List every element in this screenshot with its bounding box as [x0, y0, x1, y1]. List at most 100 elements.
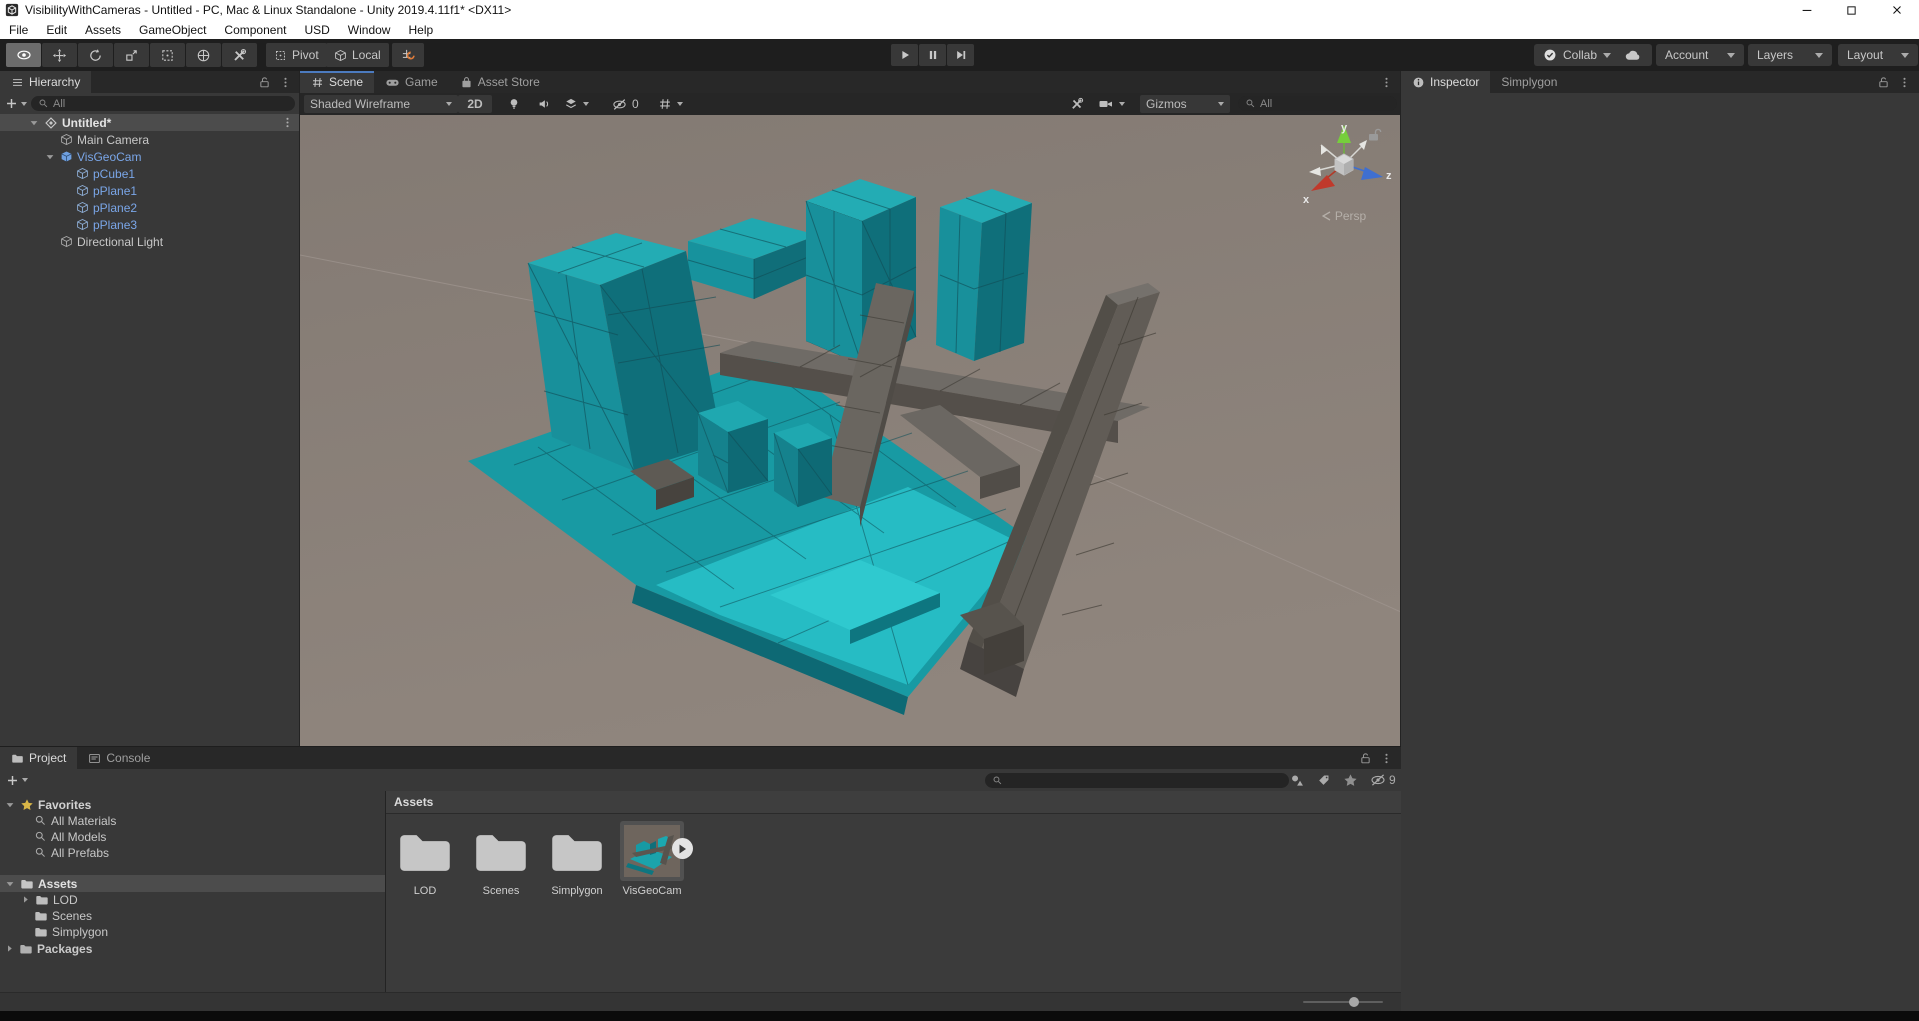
hierarchy-search-input[interactable]	[53, 98, 288, 110]
project-visibility-toggle[interactable]: 9	[1370, 772, 1396, 788]
tile-scenes[interactable]: Scenes	[465, 821, 537, 897]
pause-button[interactable]	[919, 44, 946, 66]
custom-tool-button[interactable]	[222, 43, 257, 67]
gizmo-lock-icon[interactable]	[1369, 129, 1381, 140]
project-search-input[interactable]	[1007, 774, 1282, 786]
scene-viewport[interactable]: y z x Persp	[300, 115, 1401, 746]
lock-icon[interactable]	[1359, 752, 1372, 765]
kebab-menu-icon[interactable]	[1898, 76, 1911, 89]
hierarchy-item-visgeocam[interactable]: VisGeoCam	[0, 148, 300, 165]
favorite-all-prefabs[interactable]: All Prefabs	[0, 844, 385, 861]
menu-help[interactable]: Help	[399, 20, 442, 39]
play-overlay-icon[interactable]	[672, 838, 693, 859]
hierarchy-item-pcube1[interactable]: pCube1	[0, 165, 300, 182]
gizmos-dropdown[interactable]: Gizmos	[1140, 95, 1230, 113]
tile-simplygon[interactable]: Simplygon	[541, 821, 613, 897]
inspector-tab[interactable]: Inspector	[1401, 71, 1490, 93]
2d-toggle[interactable]: 2D	[458, 95, 492, 113]
search-by-type-icon[interactable]	[1290, 773, 1305, 788]
scene-visibility-toggle[interactable]: 0	[606, 95, 654, 113]
foldout-closed-icon[interactable]	[20, 894, 31, 905]
kebab-menu-icon[interactable]	[1380, 76, 1393, 89]
local-toggle[interactable]: Local	[326, 43, 389, 67]
lock-icon[interactable]	[258, 76, 271, 89]
folder-scenes[interactable]: Scenes	[0, 907, 385, 924]
hierarchy-item-pplane1[interactable]: pPlane1	[0, 182, 300, 199]
foldout-closed-icon[interactable]	[4, 943, 15, 954]
shading-mode-dropdown[interactable]: Shaded Wireframe	[304, 95, 458, 113]
slider-knob[interactable]	[1349, 997, 1359, 1007]
foldout-open-icon[interactable]	[28, 117, 40, 129]
console-tab[interactable]: Console	[77, 747, 161, 769]
scene-viewport-canvas[interactable]	[300, 115, 1401, 746]
scene-audio-toggle[interactable]	[528, 95, 560, 113]
scene-search-input[interactable]	[1260, 98, 1390, 110]
search-by-label-icon[interactable]	[1317, 773, 1331, 787]
simplygon-tab[interactable]: Simplygon	[1490, 71, 1568, 93]
scene-tools-button[interactable]	[1060, 95, 1094, 113]
scene-tab[interactable]: Scene	[300, 71, 374, 93]
foldout-open-icon[interactable]	[4, 878, 16, 890]
favorite-all-models[interactable]: All Models	[0, 828, 385, 845]
menu-usd[interactable]: USD	[295, 20, 338, 39]
scene-search[interactable]	[1238, 96, 1397, 111]
menu-window[interactable]: Window	[339, 20, 400, 39]
play-button[interactable]	[891, 44, 918, 66]
menu-assets[interactable]: Assets	[76, 20, 130, 39]
axis-z-label[interactable]: z	[1386, 170, 1392, 182]
favorite-all-materials[interactable]: All Materials	[0, 812, 385, 829]
project-tab[interactable]: Project	[0, 747, 77, 769]
scene-camera-dropdown[interactable]	[1092, 95, 1140, 113]
transform-tool-button[interactable]	[186, 43, 221, 67]
game-tab[interactable]: Game	[374, 71, 449, 93]
minimize-button[interactable]	[1784, 0, 1829, 20]
asset-store-tab[interactable]: Asset Store	[449, 71, 551, 93]
scene-kebab-icon[interactable]	[281, 116, 294, 129]
layers-dropdown[interactable]: Layers	[1748, 44, 1832, 66]
create-asset-button[interactable]	[6, 774, 28, 787]
axis-x-label[interactable]: x	[1303, 194, 1310, 206]
lock-icon[interactable]	[1877, 76, 1890, 89]
hierarchy-item-main-camera[interactable]: Main Camera	[0, 131, 300, 148]
hierarchy-item-directional-light[interactable]: Directional Light	[0, 233, 300, 250]
rotate-tool-button[interactable]	[78, 43, 113, 67]
kebab-menu-icon[interactable]	[1380, 752, 1393, 765]
hierarchy-tab[interactable]: Hierarchy	[0, 71, 91, 93]
foldout-open-icon[interactable]	[44, 151, 56, 163]
hierarchy-scene-row[interactable]: Untitled*	[0, 114, 300, 131]
hierarchy-item-pplane3[interactable]: pPlane3	[0, 216, 300, 233]
layout-dropdown[interactable]: Layout	[1838, 44, 1918, 66]
pivot-toggle[interactable]: Pivot	[266, 43, 327, 67]
favorites-row[interactable]: Favorites	[0, 796, 385, 813]
hierarchy-search[interactable]	[31, 96, 295, 111]
scale-tool-button[interactable]	[114, 43, 149, 67]
foldout-open-icon[interactable]	[4, 799, 16, 811]
folder-lod[interactable]: LOD	[0, 891, 385, 908]
menu-component[interactable]: Component	[215, 20, 295, 39]
collab-dropdown[interactable]: Collab	[1534, 44, 1620, 66]
favorites-star-icon[interactable]	[1343, 773, 1358, 788]
folder-simplygon[interactable]: Simplygon	[0, 923, 385, 940]
account-dropdown[interactable]: Account	[1656, 44, 1744, 66]
move-tool-button[interactable]	[42, 43, 77, 67]
step-button[interactable]	[947, 44, 974, 66]
cloud-button[interactable]	[1612, 44, 1652, 66]
scene-fx-dropdown[interactable]	[558, 95, 604, 113]
rect-tool-button[interactable]	[150, 43, 185, 67]
orientation-gizmo[interactable]: y z x Persp	[1289, 117, 1399, 229]
view-tool-button[interactable]	[6, 43, 41, 67]
kebab-menu-icon[interactable]	[279, 76, 292, 89]
packages-root-row[interactable]: Packages	[0, 940, 385, 957]
scene-lighting-toggle[interactable]	[498, 95, 530, 113]
menu-edit[interactable]: Edit	[37, 20, 76, 39]
menu-gameobject[interactable]: GameObject	[130, 20, 215, 39]
axis-y-label[interactable]: y	[1341, 122, 1348, 134]
maximize-button[interactable]	[1829, 0, 1874, 20]
assets-root-row[interactable]: Assets	[0, 875, 385, 892]
scene-grid-dropdown[interactable]	[652, 95, 702, 113]
thumbnail-zoom-slider[interactable]	[1303, 1001, 1383, 1003]
close-button[interactable]	[1874, 0, 1919, 20]
hierarchy-item-pplane2[interactable]: pPlane2	[0, 199, 300, 216]
projection-toggle[interactable]: Persp	[1289, 209, 1399, 223]
create-object-button[interactable]	[5, 97, 27, 110]
